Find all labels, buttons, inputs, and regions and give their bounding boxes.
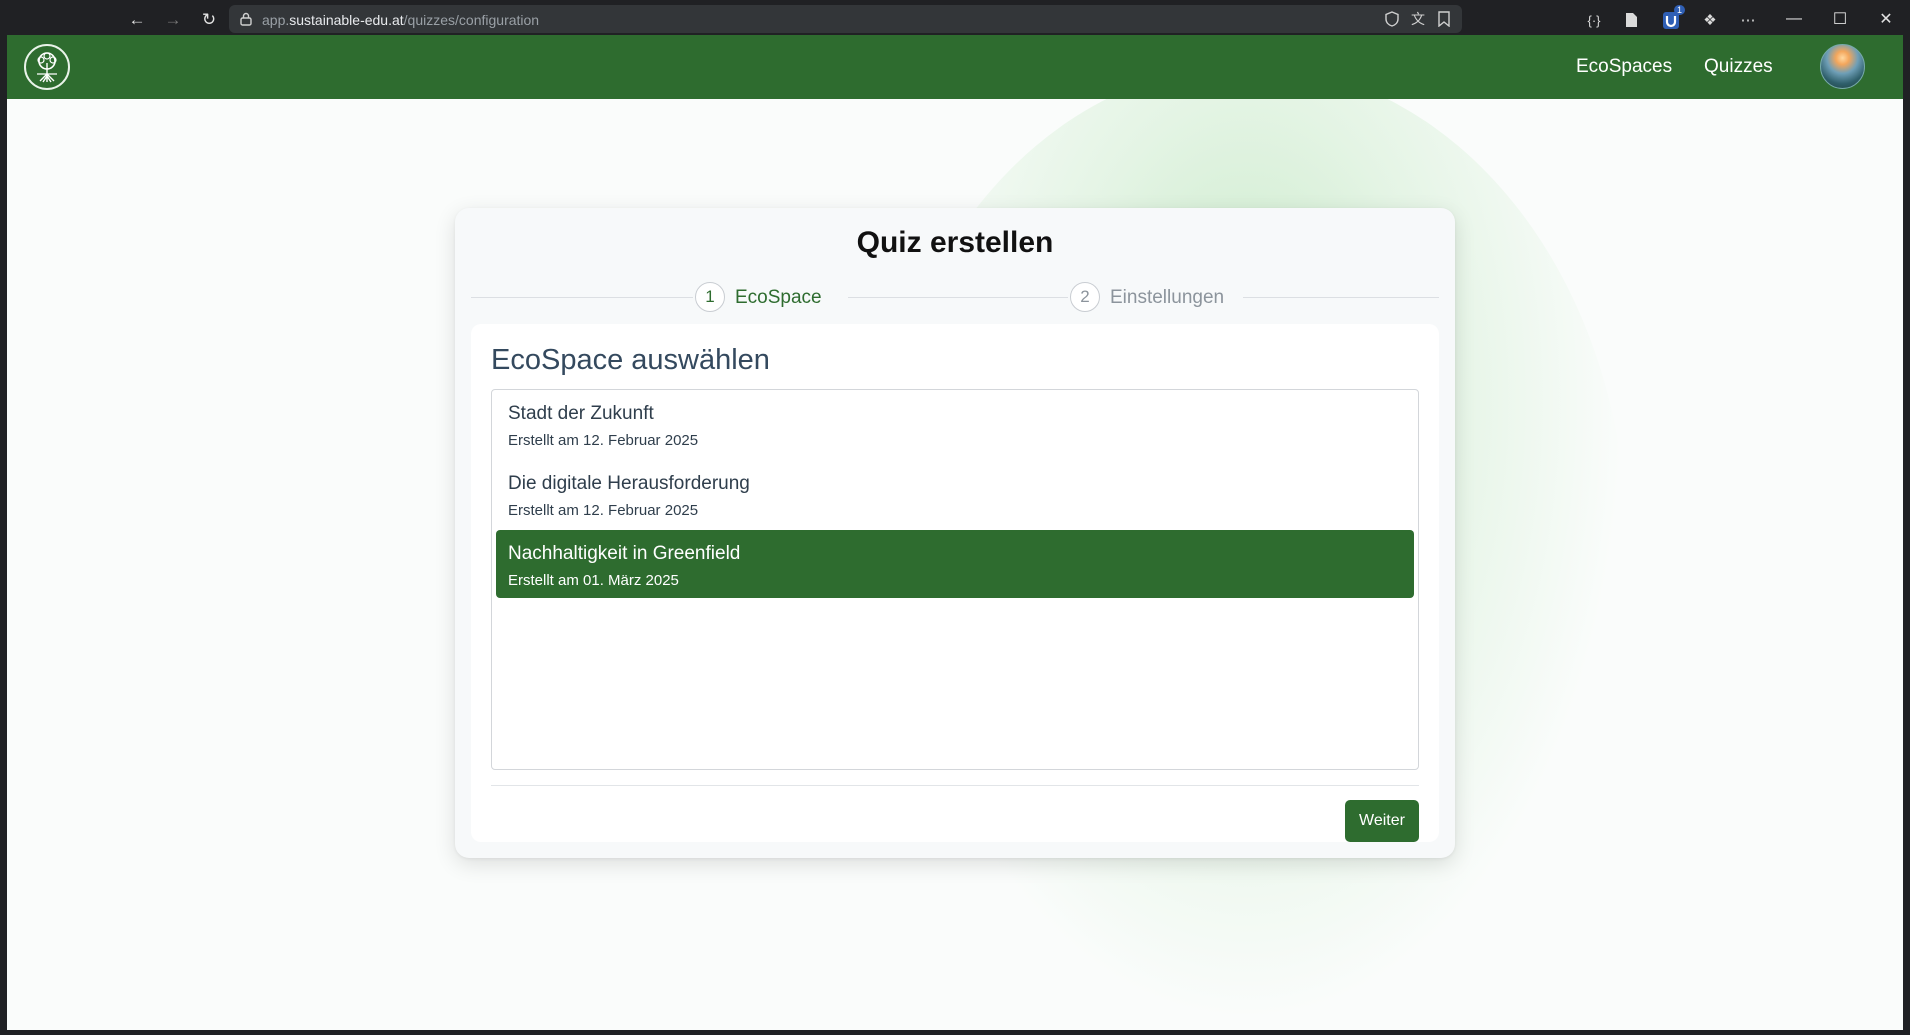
shield-icon[interactable] [1383,10,1401,28]
list-item[interactable]: Stadt der Zukunft Erstellt am 12. Februa… [496,390,1414,458]
ecospace-listbox[interactable]: Stadt der Zukunft Erstellt am 12. Februa… [491,389,1419,770]
maximize-icon[interactable]: ☐ [1826,8,1854,30]
stepper-line [848,297,1068,298]
step-2-circle[interactable]: 2 [1070,282,1100,312]
next-button[interactable]: Weiter [1345,800,1419,842]
step-1-circle[interactable]: 1 [695,282,725,312]
stepper-line [1243,297,1439,298]
extension-badge-icon[interactable]: 1 [1661,5,1686,31]
page-title: Quiz erstellen [856,226,1054,259]
document-icon[interactable] [1620,9,1642,31]
quiz-create-card: Quiz erstellen 1 EcoSpace 2 Einstellunge… [455,208,1455,858]
braces-icon[interactable]: {·} [1583,9,1605,31]
app-header: EcoSpaces Quizzes [7,35,1903,99]
page-viewport: EcoSpaces Quizzes Quiz erstellen 1 EcoSp… [7,35,1903,1030]
item-name: Stadt der Zukunft [508,403,654,424]
more-icon[interactable]: ⋯ [1737,9,1759,31]
ecospace-panel: EcoSpace auswählen Stadt der Zukunft Ers… [471,324,1439,842]
avatar[interactable] [1820,44,1865,89]
step-1-label[interactable]: EcoSpace [735,287,822,309]
section-title: EcoSpace auswählen [491,344,770,376]
reload-icon[interactable]: ↻ [198,9,220,31]
url-text[interactable]: app.sustainable-edu.at/quizzes/configura… [262,12,539,28]
reading-list-icon[interactable] [1435,10,1453,28]
close-icon[interactable]: ✕ [1872,8,1900,30]
item-name: Die digitale Herausforderung [508,473,750,494]
item-name: Nachhaltigkeit in Greenfield [508,543,741,564]
item-date: Erstellt am 12. Februar 2025 [508,502,699,519]
nav-ecospaces[interactable]: EcoSpaces [1576,56,1672,78]
lock-icon[interactable] [237,10,255,28]
stepper-line [471,297,693,298]
step-2-label[interactable]: Einstellungen [1110,287,1224,309]
extension-badge-count: 1 [1674,5,1686,15]
list-item-selected[interactable]: Nachhaltigkeit in Greenfield Erstellt am… [496,530,1414,598]
item-date: Erstellt am 01. März 2025 [508,572,679,589]
item-date: Erstellt am 12. Februar 2025 [508,432,699,449]
back-arrow-icon[interactable]: ← [126,9,148,31]
address-bar[interactable]: app.sustainable-edu.at/quizzes/configura… [229,5,1462,33]
translate-icon[interactable]: 文 [1409,10,1427,28]
tree-logo-icon[interactable] [24,44,70,90]
divider [491,785,1419,786]
browser-toolbar: ← → ↻ app.sustainable-edu.at/quizzes/con… [0,0,1910,38]
forward-arrow-icon[interactable]: → [162,9,184,31]
list-item[interactable]: Die digitale Herausforderung Erstellt am… [496,460,1414,528]
puzzle-icon[interactable]: ❖ [1699,9,1721,31]
minimize-icon[interactable]: — [1780,8,1808,30]
nav-quizzes[interactable]: Quizzes [1704,56,1773,78]
